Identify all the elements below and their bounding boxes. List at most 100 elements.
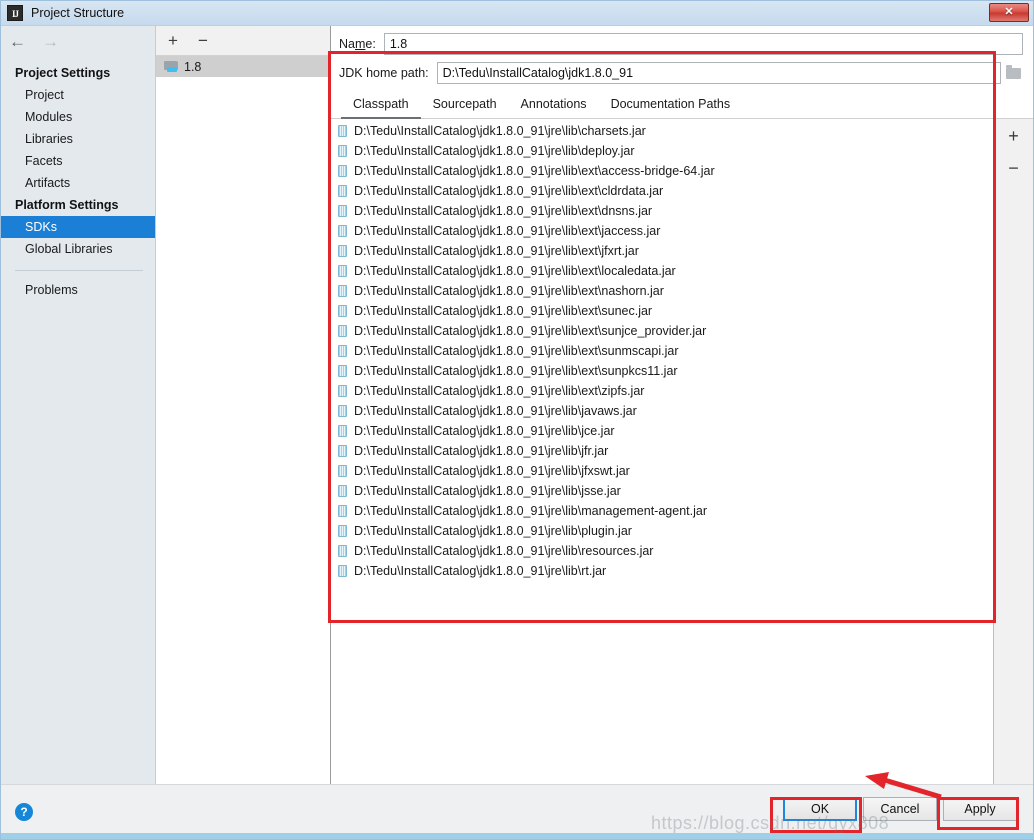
jar-file-icon <box>338 445 347 457</box>
classpath-row-label: D:\Tedu\InstallCatalog\jdk1.8.0_91\jre\l… <box>354 204 653 218</box>
jdk-icon <box>164 60 179 73</box>
classpath-row[interactable]: D:\Tedu\InstallCatalog\jdk1.8.0_91\jre\l… <box>331 441 993 461</box>
classpath-row[interactable]: D:\Tedu\InstallCatalog\jdk1.8.0_91\jre\l… <box>331 181 993 201</box>
settings-sidebar: ← → Project Settings Project Modules Lib… <box>1 26 156 784</box>
jar-file-icon <box>338 385 347 397</box>
classpath-row-label: D:\Tedu\InstallCatalog\jdk1.8.0_91\jre\l… <box>354 564 607 578</box>
classpath-row[interactable]: D:\Tedu\InstallCatalog\jdk1.8.0_91\jre\l… <box>331 381 993 401</box>
classpath-row[interactable]: D:\Tedu\InstallCatalog\jdk1.8.0_91\jre\l… <box>331 361 993 381</box>
jar-file-icon <box>338 225 347 237</box>
jar-file-icon <box>338 485 347 497</box>
sidebar-item-sdks[interactable]: SDKs <box>1 216 155 238</box>
sidebar-item-libraries[interactable]: Libraries <box>1 128 155 150</box>
remove-sdk-icon[interactable]: − <box>198 32 208 49</box>
classpath-list[interactable]: D:\Tedu\InstallCatalog\jdk1.8.0_91\jre\l… <box>331 119 993 784</box>
name-label: Name: <box>339 37 376 51</box>
classpath-row-label: D:\Tedu\InstallCatalog\jdk1.8.0_91\jre\l… <box>354 124 646 138</box>
bottom-strip <box>1 833 1034 839</box>
nav-history-toolbar: ← → <box>1 26 155 56</box>
jar-file-icon <box>338 285 347 297</box>
dialog-footer: ? OK Cancel Apply <box>1 784 1033 839</box>
jar-file-icon <box>338 465 347 477</box>
sidebar-item-modules[interactable]: Modules <box>1 106 155 128</box>
sidebar-group-project-settings: Project Settings <box>15 66 111 80</box>
tab-sourcepath[interactable]: Sourcepath <box>421 94 509 119</box>
jdk-home-path-row: JDK home path: <box>331 55 1033 84</box>
name-row: Name: <box>331 26 1033 55</box>
classpath-row[interactable]: D:\Tedu\InstallCatalog\jdk1.8.0_91\jre\l… <box>331 301 993 321</box>
classpath-row[interactable]: D:\Tedu\InstallCatalog\jdk1.8.0_91\jre\l… <box>331 541 993 561</box>
sdk-list-panel: + − 1.8 <box>156 26 331 784</box>
classpath-row[interactable]: D:\Tedu\InstallCatalog\jdk1.8.0_91\jre\l… <box>331 161 993 181</box>
classpath-row[interactable]: D:\Tedu\InstallCatalog\jdk1.8.0_91\jre\l… <box>331 561 993 581</box>
classpath-row-label: D:\Tedu\InstallCatalog\jdk1.8.0_91\jre\l… <box>354 364 678 378</box>
add-classpath-icon[interactable]: + <box>1008 127 1019 145</box>
sidebar-item-facets[interactable]: Facets <box>1 150 155 172</box>
remove-classpath-icon[interactable]: − <box>1008 159 1019 177</box>
classpath-row[interactable]: D:\Tedu\InstallCatalog\jdk1.8.0_91\jre\l… <box>331 481 993 501</box>
browse-folder-button[interactable] <box>1003 62 1023 84</box>
classpath-row[interactable]: D:\Tedu\InstallCatalog\jdk1.8.0_91\jre\l… <box>331 221 993 241</box>
jar-file-icon <box>338 305 347 317</box>
dialog-buttons: OK Cancel Apply <box>783 797 1017 821</box>
folder-icon <box>1005 64 1021 79</box>
classpath-row-label: D:\Tedu\InstallCatalog\jdk1.8.0_91\jre\l… <box>354 144 635 158</box>
sdk-form: Name: JDK home path: <box>331 26 1033 84</box>
classpath-row-label: D:\Tedu\InstallCatalog\jdk1.8.0_91\jre\l… <box>354 324 707 338</box>
classpath-row[interactable]: D:\Tedu\InstallCatalog\jdk1.8.0_91\jre\l… <box>331 341 993 361</box>
close-icon[interactable]: ✕ <box>989 3 1029 22</box>
sdk-name-input[interactable] <box>383 33 1023 55</box>
sidebar-item-project[interactable]: Project <box>1 84 155 106</box>
apply-button[interactable]: Apply <box>943 797 1017 821</box>
title-bar: IJ Project Structure ✕ <box>1 1 1033 26</box>
sdk-list-toolbar: + − <box>156 26 330 56</box>
classpath-row[interactable]: D:\Tedu\InstallCatalog\jdk1.8.0_91\jre\l… <box>331 261 993 281</box>
classpath-row-label: D:\Tedu\InstallCatalog\jdk1.8.0_91\jre\l… <box>354 504 707 518</box>
classpath-row[interactable]: D:\Tedu\InstallCatalog\jdk1.8.0_91\jre\l… <box>331 461 993 481</box>
jar-file-icon <box>338 245 347 257</box>
classpath-row[interactable]: D:\Tedu\InstallCatalog\jdk1.8.0_91\jre\l… <box>331 241 993 261</box>
sidebar-item-problems[interactable]: Problems <box>1 279 155 301</box>
classpath-row[interactable]: D:\Tedu\InstallCatalog\jdk1.8.0_91\jre\l… <box>331 401 993 421</box>
sidebar-item-artifacts[interactable]: Artifacts <box>1 172 155 194</box>
classpath-row-label: D:\Tedu\InstallCatalog\jdk1.8.0_91\jre\l… <box>354 284 664 298</box>
help-icon[interactable]: ? <box>15 803 33 821</box>
forward-icon[interactable]: → <box>42 33 59 50</box>
jar-file-icon <box>338 505 347 517</box>
sidebar-item-global-libraries[interactable]: Global Libraries <box>1 238 155 260</box>
tab-documentation-paths[interactable]: Documentation Paths <box>599 94 743 119</box>
classpath-row-label: D:\Tedu\InstallCatalog\jdk1.8.0_91\jre\l… <box>354 164 715 178</box>
jar-file-icon <box>338 425 347 437</box>
jar-file-icon <box>338 565 347 577</box>
project-structure-dialog: IJ Project Structure ✕ ← → Project Setti… <box>0 0 1034 840</box>
classpath-edit-toolbar: + − <box>993 119 1033 784</box>
tab-annotations[interactable]: Annotations <box>509 94 599 119</box>
back-icon[interactable]: ← <box>9 33 26 50</box>
classpath-row[interactable]: D:\Tedu\InstallCatalog\jdk1.8.0_91\jre\l… <box>331 281 993 301</box>
classpath-row-label: D:\Tedu\InstallCatalog\jdk1.8.0_91\jre\l… <box>354 524 632 538</box>
classpath-row[interactable]: D:\Tedu\InstallCatalog\jdk1.8.0_91\jre\l… <box>331 321 993 341</box>
jar-file-icon <box>338 265 347 277</box>
jar-file-icon <box>338 165 347 177</box>
sdk-list-item[interactable]: 1.8 <box>156 56 330 77</box>
classpath-row[interactable]: D:\Tedu\InstallCatalog\jdk1.8.0_91\jre\l… <box>331 521 993 541</box>
jar-file-icon <box>338 365 347 377</box>
add-sdk-icon[interactable]: + <box>168 32 178 49</box>
intellij-idea-icon: IJ <box>7 5 23 21</box>
classpath-row-label: D:\Tedu\InstallCatalog\jdk1.8.0_91\jre\l… <box>354 464 630 478</box>
jar-file-icon <box>338 525 347 537</box>
tab-classpath[interactable]: Classpath <box>341 94 421 119</box>
classpath-row-label: D:\Tedu\InstallCatalog\jdk1.8.0_91\jre\l… <box>354 224 661 238</box>
jar-file-icon <box>338 145 347 157</box>
cancel-button[interactable]: Cancel <box>863 797 937 821</box>
jdk-home-path-input[interactable] <box>436 62 1001 84</box>
classpath-row[interactable]: D:\Tedu\InstallCatalog\jdk1.8.0_91\jre\l… <box>331 121 993 141</box>
classpath-row[interactable]: D:\Tedu\InstallCatalog\jdk1.8.0_91\jre\l… <box>331 201 993 221</box>
window-title: Project Structure <box>31 6 125 20</box>
classpath-row[interactable]: D:\Tedu\InstallCatalog\jdk1.8.0_91\jre\l… <box>331 501 993 521</box>
classpath-row[interactable]: D:\Tedu\InstallCatalog\jdk1.8.0_91\jre\l… <box>331 141 993 161</box>
classpath-row[interactable]: D:\Tedu\InstallCatalog\jdk1.8.0_91\jre\l… <box>331 421 993 441</box>
classpath-row-label: D:\Tedu\InstallCatalog\jdk1.8.0_91\jre\l… <box>354 264 676 278</box>
ok-button[interactable]: OK <box>783 797 857 821</box>
sdk-list-item-label: 1.8 <box>184 59 202 74</box>
